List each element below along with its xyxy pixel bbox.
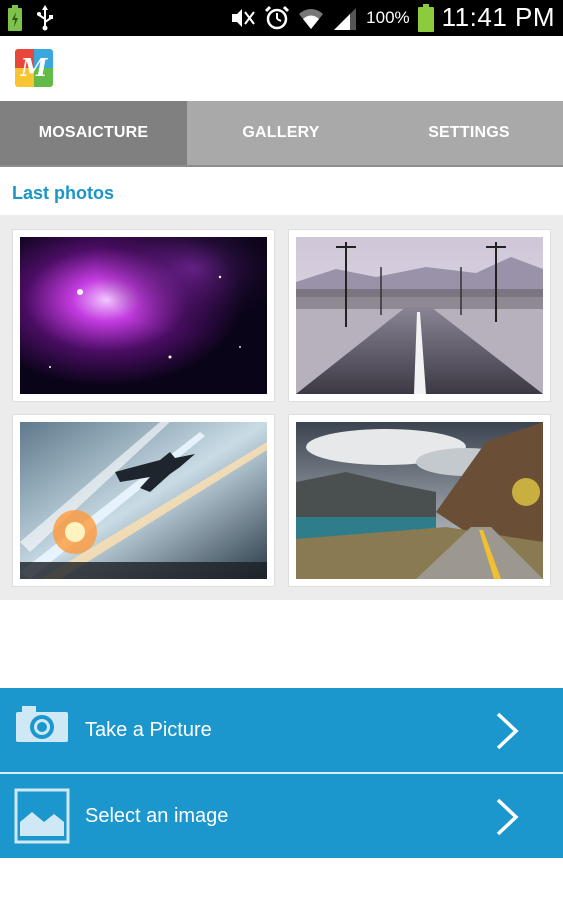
road-photo [296, 237, 543, 394]
photo-grid [0, 215, 563, 600]
app-logo-letter: M [20, 53, 49, 82]
app-logo-icon[interactable]: M [15, 49, 53, 87]
section-title: Last photos [12, 183, 114, 203]
wifi-icon [298, 5, 324, 31]
signal-icon [332, 6, 358, 30]
chevron-right-icon [495, 712, 519, 755]
tab-settings[interactable]: SETTINGS [375, 101, 563, 165]
select-image-label: Select an image [85, 804, 229, 827]
battery-charging-icon [8, 5, 22, 31]
mountain-road-photo [296, 422, 543, 579]
camera-icon [14, 702, 70, 749]
take-picture-button[interactable]: Take a Picture [0, 688, 563, 772]
app-bar: M [0, 36, 563, 101]
photo-thumb-mountain-road[interactable] [288, 414, 551, 587]
tab-gallery[interactable]: GALLERY [187, 101, 375, 165]
photo-thumb-jets[interactable] [12, 414, 275, 587]
image-icon [14, 788, 70, 849]
photo-thumb-road[interactable] [288, 229, 551, 402]
jet-photo [20, 422, 267, 579]
battery-percent: 100% [366, 7, 410, 27]
alarm-icon [264, 5, 290, 31]
nebula-photo [20, 237, 267, 394]
take-picture-label: Take a Picture [85, 718, 212, 741]
battery-icon [417, 3, 434, 32]
status-bar: 100% 11:41 PM [0, 0, 563, 36]
tab-mosaicture[interactable]: MOSAICTURE [0, 101, 187, 165]
tab-bar: MOSAICTURE GALLERY SETTINGS [0, 101, 563, 167]
usb-icon [36, 5, 54, 31]
select-image-button[interactable]: Select an image [0, 774, 563, 858]
chevron-right-icon [495, 798, 519, 841]
mute-icon [230, 6, 256, 30]
photo-thumb-nebula[interactable] [12, 229, 275, 402]
clock: 11:41 PM [441, 2, 555, 32]
